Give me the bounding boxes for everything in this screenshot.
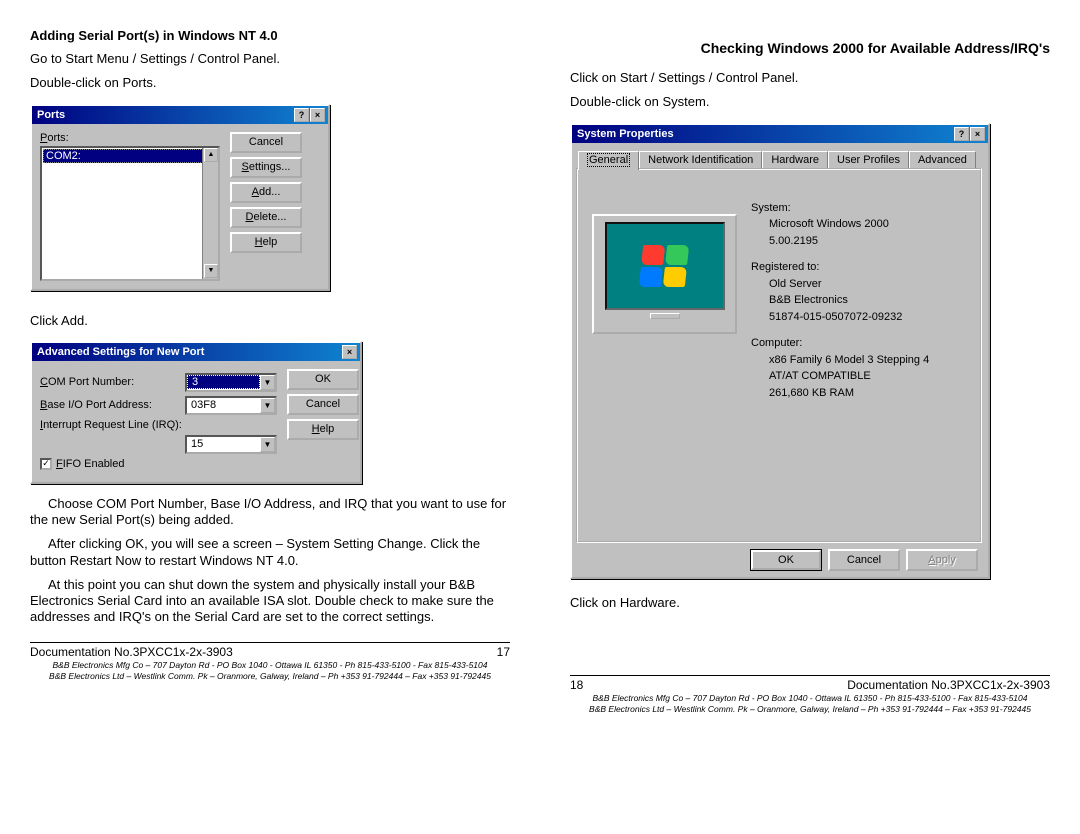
text-clickadd: Click Add. (30, 313, 510, 329)
comp-ram: 261,680 KB RAM (751, 385, 929, 402)
adv-title: Advanced Settings for New Port (35, 346, 204, 358)
ports-listbox[interactable]: COM2: ▲ ▼ (40, 146, 220, 281)
close-icon[interactable]: × (310, 108, 325, 122)
reg-key: 51874-015-0507072-09232 (751, 309, 929, 326)
apply-button: Apply (906, 549, 978, 571)
text-r-step3: Click on Hardware. (570, 595, 1050, 611)
tab-panel-general: System: Microsoft Windows 2000 5.00.2195… (576, 168, 982, 543)
base-io-label: Base I/O Port Address: (40, 399, 185, 411)
reg-name: Old Server (751, 276, 929, 293)
ports-label: Ports: (40, 132, 220, 144)
text-para1: Choose COM Port Number, Base I/O Address… (30, 496, 510, 529)
doc-number: Documentation No.3PXCC1x-2x-3903 (847, 678, 1050, 692)
chevron-down-icon[interactable]: ▼ (260, 398, 275, 413)
com-port-combo[interactable]: 3 ▼ (185, 373, 277, 392)
page-footer-18: 18 Documentation No.3PXCC1x-2x-3903 B&B … (570, 675, 1050, 714)
fifo-checkbox[interactable]: ✓ (40, 458, 52, 470)
base-io-combo[interactable]: 03F8 ▼ (185, 396, 277, 415)
chevron-down-icon[interactable]: ▼ (260, 375, 275, 390)
system-ver: 5.00.2195 (751, 233, 929, 250)
text-para3: At this point you can shut down the syst… (30, 577, 510, 626)
footer-address2: B&B Electronics Ltd – Westlink Comm. Pk … (30, 671, 510, 681)
delete-button[interactable]: Delete... (230, 207, 302, 228)
comp-cpu: x86 Family 6 Model 3 Stepping 4 (751, 352, 929, 369)
dialog-buttons: OK Cancel Apply (582, 549, 978, 571)
add-button[interactable]: Add... (230, 182, 302, 203)
settings-button[interactable]: Settings... (230, 157, 302, 178)
ports-selected-item[interactable]: COM2: (43, 149, 217, 163)
doc-number: Documentation No.3PXCC1x-2x-3903 (30, 645, 233, 659)
page-number: 18 (570, 678, 583, 692)
page-17: Adding Serial Port(s) in Windows NT 4.0 … (30, 20, 510, 714)
computer-header: Computer: (751, 335, 929, 352)
ports-dialog: Ports ? × Ports: COM2: ▲ ▼ (30, 104, 330, 291)
help-icon[interactable]: ? (954, 127, 969, 141)
comp-type: AT/AT COMPATIBLE (751, 368, 929, 385)
help-button[interactable]: Help (287, 419, 359, 440)
cancel-button[interactable]: Cancel (828, 549, 900, 571)
text-r-step2: Double-click on System. (570, 94, 1050, 110)
close-icon[interactable]: × (970, 127, 985, 141)
help-button[interactable]: Help (230, 232, 302, 253)
help-icon[interactable]: ? (294, 108, 309, 122)
text-step2: Double-click on Ports. (30, 75, 510, 91)
listbox-scrollbar[interactable]: ▲ ▼ (202, 148, 218, 279)
text-r-step1: Click on Start / Settings / Control Pane… (570, 70, 1050, 86)
windows-logo-icon (637, 244, 692, 288)
system-header: System: (751, 200, 929, 217)
system-os: Microsoft Windows 2000 (751, 216, 929, 233)
irq-label: Interrupt Request Line (IRQ): (40, 419, 260, 431)
heading-win2000: Checking Windows 2000 for Available Addr… (570, 40, 1050, 56)
heading-nt40: Adding Serial Port(s) in Windows NT 4.0 (30, 28, 510, 43)
system-info-text: System: Microsoft Windows 2000 5.00.2195… (751, 190, 929, 402)
com-port-label: COM Port Number: (40, 376, 185, 388)
text-step1: Go to Start Menu / Settings / Control Pa… (30, 51, 510, 67)
close-icon[interactable]: × (342, 345, 357, 359)
sys-title: System Properties (575, 128, 674, 140)
page-footer-17: Documentation No.3PXCC1x-2x-3903 17 B&B … (30, 642, 510, 681)
page-number: 17 (497, 645, 510, 659)
footer-address2: B&B Electronics Ltd – Westlink Comm. Pk … (570, 704, 1050, 714)
cancel-button[interactable]: Cancel (287, 394, 359, 415)
ports-title: Ports (35, 109, 65, 121)
fifo-label: FIFO Enabled (56, 458, 125, 470)
irq-combo[interactable]: 15 ▼ (185, 435, 277, 454)
monitor-icon (592, 214, 737, 334)
tab-general[interactable]: General (578, 151, 639, 170)
footer-address1: B&B Electronics Mfg Co – 707 Dayton Rd -… (570, 693, 1050, 703)
chevron-down-icon[interactable]: ▼ (260, 437, 275, 452)
text-para2: After clicking OK, you will see a screen… (30, 536, 510, 569)
ok-button[interactable]: OK (750, 549, 822, 571)
sys-titlebar: System Properties ? × (572, 125, 988, 143)
ok-button[interactable]: OK (287, 369, 359, 390)
system-properties-dialog: System Properties ? × General Network Id… (570, 123, 990, 579)
footer-address1: B&B Electronics Mfg Co – 707 Dayton Rd -… (30, 660, 510, 670)
advanced-settings-dialog: Advanced Settings for New Port × COM Por… (30, 341, 362, 484)
adv-titlebar: Advanced Settings for New Port × (32, 343, 360, 361)
reg-org: B&B Electronics (751, 292, 929, 309)
registered-header: Registered to: (751, 259, 929, 276)
page-18: Checking Windows 2000 for Available Addr… (570, 20, 1050, 714)
cancel-button[interactable]: Cancel (230, 132, 302, 153)
ports-titlebar: Ports ? × (32, 106, 328, 124)
